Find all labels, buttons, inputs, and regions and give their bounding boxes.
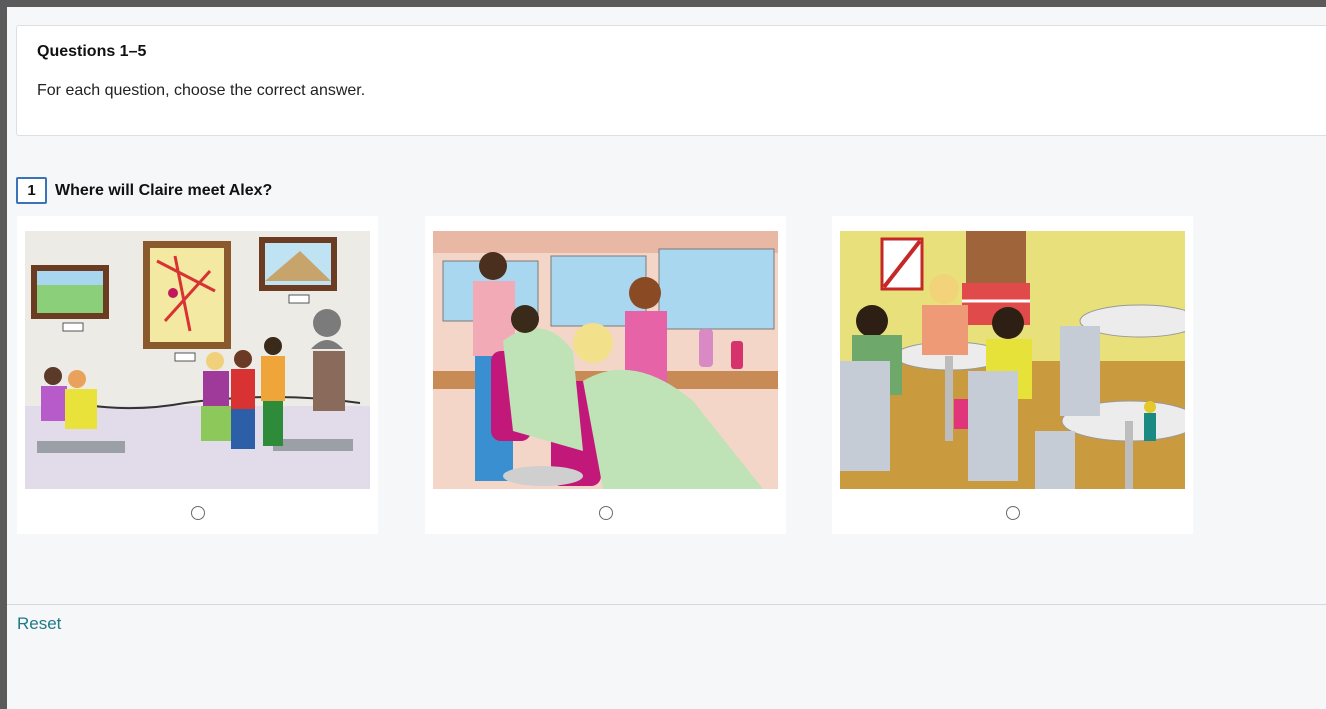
answer-option-salon[interactable]	[425, 216, 786, 534]
answer-option-gallery[interactable]	[17, 216, 378, 534]
question-header: 1 Where will Claire meet Alex?	[16, 177, 272, 204]
question-text: Where will Claire meet Alex?	[55, 181, 273, 199]
instructions-title: Questions 1–5	[37, 43, 147, 60]
instructions-panel: Questions 1–5 For each question, choose …	[16, 25, 1326, 136]
question-number-badge: 1	[16, 177, 47, 204]
option-radio-3[interactable]	[1006, 506, 1020, 520]
answer-option-cafe[interactable]	[832, 216, 1193, 534]
option-radio-2[interactable]	[599, 506, 613, 520]
reset-link[interactable]: Reset	[17, 614, 61, 634]
gallery-image	[25, 231, 370, 489]
cafe-image	[840, 231, 1185, 489]
divider	[7, 604, 1326, 605]
instructions-text: For each question, choose the correct an…	[37, 82, 366, 99]
salon-image	[433, 231, 778, 489]
option-radio-1[interactable]	[191, 506, 205, 520]
